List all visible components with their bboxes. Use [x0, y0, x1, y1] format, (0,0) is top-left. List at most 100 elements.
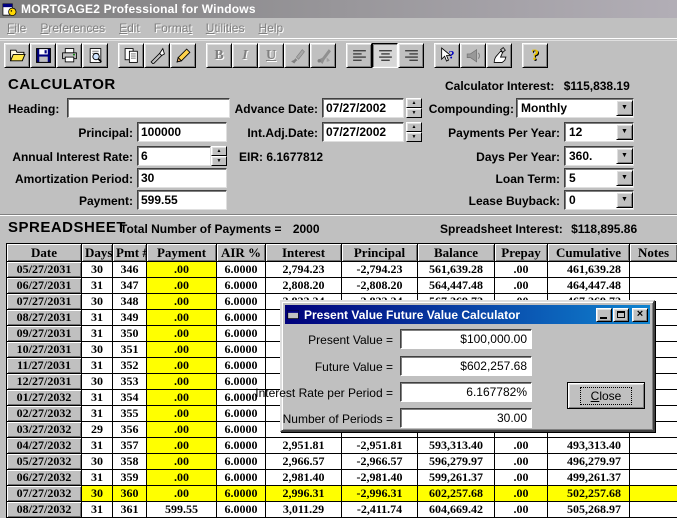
cell-principal[interactable]: -2,794.23 [342, 262, 418, 278]
print-button[interactable] [56, 43, 82, 68]
align-right-button[interactable] [398, 43, 424, 68]
cell-pmt[interactable]: 352 [113, 358, 147, 374]
payment-input[interactable] [137, 190, 227, 210]
cell-principal[interactable]: -2,981.40 [342, 470, 418, 486]
column-header-pmt[interactable]: Pmt # [113, 244, 147, 262]
print-preview-button[interactable] [82, 43, 108, 68]
cell-date[interactable]: 07/27/2031 [7, 294, 82, 310]
align-left-button[interactable] [346, 43, 372, 68]
cell-balance[interactable]: 602,257.68 [418, 486, 495, 502]
cell-principal[interactable]: -2,951.81 [342, 438, 418, 454]
align-center-button[interactable] [372, 43, 398, 68]
cell-principal[interactable]: -2,966.57 [342, 454, 418, 470]
cell-payment[interactable]: .00 [147, 486, 217, 502]
number-of-periods-field[interactable]: 30.00 [400, 408, 532, 428]
cell-days[interactable]: 31 [82, 310, 113, 326]
cell-days[interactable]: 30 [82, 294, 113, 310]
cell-days[interactable]: 30 [82, 374, 113, 390]
cell-date[interactable]: 04/27/2032 [7, 438, 82, 454]
cell-cumulative[interactable]: 499,261.37 [548, 470, 630, 486]
cell-pmt[interactable]: 347 [113, 278, 147, 294]
cell-pmt[interactable]: 351 [113, 342, 147, 358]
cell-days[interactable]: 31 [82, 390, 113, 406]
cell-pmt[interactable]: 353 [113, 374, 147, 390]
cell-cumulative[interactable]: 493,313.40 [548, 438, 630, 454]
cell-air[interactable]: 6.0000 [217, 310, 266, 326]
cell-payment[interactable]: .00 [147, 262, 217, 278]
cell-payment[interactable]: .00 [147, 278, 217, 294]
cell-cumulative[interactable]: 464,447.48 [548, 278, 630, 294]
cell-payment[interactable]: .00 [147, 422, 217, 438]
cell-date[interactable]: 10/27/2031 [7, 342, 82, 358]
cell-payment[interactable]: .00 [147, 342, 217, 358]
column-header-date[interactable]: Date [7, 244, 82, 262]
spin-up-icon[interactable]: ▲ [211, 146, 227, 156]
cell-interest[interactable]: 2,951.81 [266, 438, 342, 454]
cell-days[interactable]: 31 [82, 502, 113, 518]
cell-balance[interactable]: 596,279.97 [418, 454, 495, 470]
hand-write-button[interactable] [486, 43, 512, 68]
cell-payment[interactable]: .00 [147, 358, 217, 374]
column-header-notes[interactable]: Notes [630, 244, 677, 262]
cell-air[interactable]: 6.0000 [217, 294, 266, 310]
cell-payment[interactable]: .00 [147, 390, 217, 406]
cell-balance[interactable]: 561,639.28 [418, 262, 495, 278]
cell-prepay[interactable]: .00 [495, 502, 548, 518]
close-window-button[interactable]: × [632, 308, 648, 322]
cell-cumulative[interactable]: 461,639.28 [548, 262, 630, 278]
cell-payment[interactable]: .00 [147, 374, 217, 390]
cell-pmt[interactable]: 359 [113, 470, 147, 486]
compounding-select[interactable]: Monthly ▼ [516, 98, 634, 118]
column-header-principal[interactable]: Principal [342, 244, 418, 262]
pencil-button[interactable] [170, 43, 196, 68]
cell-air[interactable]: 6.0000 [217, 326, 266, 342]
cell-balance[interactable]: 599,261.37 [418, 470, 495, 486]
spin-down-icon[interactable]: ▼ [406, 132, 422, 142]
cell-pmt[interactable]: 346 [113, 262, 147, 278]
save-button[interactable] [30, 43, 56, 68]
advance-date-spinner[interactable]: ▲ ▼ [406, 98, 422, 118]
spin-down-icon[interactable]: ▼ [211, 156, 227, 166]
lease-buyback-select[interactable]: 0 ▼ [564, 190, 634, 210]
spin-up-icon[interactable]: ▲ [406, 98, 422, 108]
cell-payment[interactable]: .00 [147, 454, 217, 470]
cell-days[interactable]: 31 [82, 406, 113, 422]
chevron-down-icon[interactable]: ▼ [616, 100, 633, 116]
cell-days[interactable]: 31 [82, 326, 113, 342]
cell-air[interactable]: 6.0000 [217, 422, 266, 438]
cell-prepay[interactable]: .00 [495, 438, 548, 454]
principal-input[interactable] [137, 122, 227, 142]
cell-payment[interactable]: .00 [147, 406, 217, 422]
cell-notes[interactable] [630, 262, 677, 278]
chevron-down-icon[interactable]: ▼ [616, 170, 633, 186]
column-header-interest[interactable]: Interest [266, 244, 342, 262]
cell-days[interactable]: 31 [82, 470, 113, 486]
cell-cumulative[interactable]: 496,279.97 [548, 454, 630, 470]
cell-interest[interactable]: 2,808.20 [266, 278, 342, 294]
cell-date[interactable]: 06/27/2031 [7, 278, 82, 294]
cell-air[interactable]: 6.0000 [217, 486, 266, 502]
cell-air[interactable]: 6.0000 [217, 278, 266, 294]
cell-cumulative[interactable]: 502,257.68 [548, 486, 630, 502]
cell-air[interactable]: 6.0000 [217, 358, 266, 374]
cell-prepay[interactable]: .00 [495, 486, 548, 502]
cell-payment[interactable]: .00 [147, 294, 217, 310]
payments-per-year-select[interactable]: 12 ▼ [564, 122, 634, 142]
int-adj-date-input[interactable] [322, 122, 404, 142]
column-header-payment[interactable]: Payment [147, 244, 217, 262]
cell-payment[interactable]: .00 [147, 438, 217, 454]
cell-date[interactable]: 03/27/2032 [7, 422, 82, 438]
menu-item-edit[interactable]: Edit [112, 19, 147, 37]
annual-interest-rate-spinner[interactable]: ▲ ▼ [211, 146, 227, 166]
cell-date[interactable]: 06/27/2032 [7, 470, 82, 486]
chevron-down-icon[interactable]: ▼ [616, 124, 633, 140]
cell-balance[interactable]: 564,447.48 [418, 278, 495, 294]
cell-days[interactable]: 31 [82, 438, 113, 454]
heading-input[interactable] [67, 98, 230, 118]
cell-days[interactable]: 29 [82, 422, 113, 438]
cell-cumulative[interactable]: 505,268.97 [548, 502, 630, 518]
cell-air[interactable]: 6.0000 [217, 454, 266, 470]
cell-prepay[interactable]: .00 [495, 470, 548, 486]
spin-up-icon[interactable]: ▲ [406, 122, 422, 132]
cell-notes[interactable] [630, 486, 677, 502]
